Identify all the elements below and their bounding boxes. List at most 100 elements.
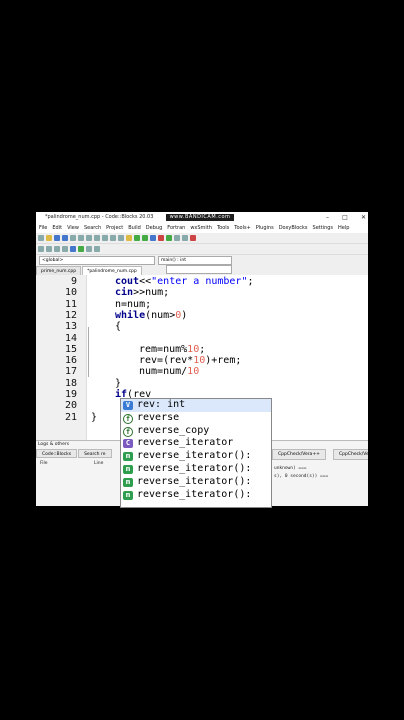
replace-icon[interactable]	[118, 235, 124, 241]
autocomplete-popup[interactable]: Vrev: int f reverse f reverse_copy Creverse_i…	[120, 398, 272, 508]
code-line[interactable]: num=num/10	[139, 366, 199, 377]
menu-fortran[interactable]: Fortran	[167, 223, 185, 233]
menu-doxyblocks[interactable]: DoxyBlocks	[279, 223, 308, 233]
menu-help[interactable]: Help	[338, 223, 349, 233]
menu-view[interactable]: View	[67, 223, 79, 233]
save-all-icon[interactable]	[62, 235, 68, 241]
copy-icon[interactable]	[94, 235, 100, 241]
tab-search-results[interactable]: Search re	[78, 449, 112, 458]
autocomplete-label: reverse	[137, 411, 180, 423]
build-icon[interactable]	[126, 235, 132, 241]
window-title: *palindrome_num.cpp - Code::Blocks 20.03	[45, 214, 154, 220]
class-icon: C	[123, 439, 133, 449]
code-line[interactable]: while(num>0)	[115, 310, 187, 321]
paste-icon[interactable]	[102, 235, 108, 241]
tab-palindrome-num[interactable]: *palindrome_num.cpp	[82, 266, 142, 275]
autocomplete-label: rev: int	[137, 399, 186, 410]
code-line[interactable]: rem=num%10;	[139, 344, 205, 355]
menu-plugins[interactable]: Plugins	[256, 223, 274, 233]
abort-icon[interactable]	[158, 235, 164, 241]
minimize-icon[interactable]: –	[326, 212, 329, 223]
build-run-icon[interactable]	[142, 235, 148, 241]
line-number: 20	[64, 400, 77, 412]
doc-line-icon[interactable]	[62, 246, 68, 252]
autocomplete-label: reverse_iterator():	[137, 475, 252, 487]
code-line[interactable]: {	[115, 321, 121, 332]
undo-icon[interactable]	[70, 235, 76, 241]
menu-build[interactable]: Build	[128, 223, 141, 233]
uncomment-icon[interactable]	[46, 246, 52, 252]
line-number: 9	[70, 276, 77, 287]
log-line: unknown) ===	[274, 466, 307, 471]
variable-icon: V	[123, 401, 133, 410]
autocomplete-item[interactable]: f reverse	[121, 412, 271, 425]
redo-icon[interactable]	[78, 235, 84, 241]
code-line[interactable]: n=num;	[115, 299, 151, 310]
tab-codeblocks-log[interactable]: Code::Blocks	[36, 449, 78, 458]
autocomplete-label: reverse_copy	[137, 424, 210, 436]
new-file-icon[interactable]	[38, 235, 44, 241]
menu-project[interactable]: Project	[106, 223, 123, 233]
close-icon[interactable]: ✕	[361, 212, 366, 223]
stop-debug-icon[interactable]	[190, 235, 196, 241]
autocomplete-item[interactable]: m reverse_iterator():	[121, 463, 271, 476]
save-icon[interactable]	[54, 235, 60, 241]
autocomplete-item[interactable]: m reverse_iterator():	[121, 450, 271, 463]
method-icon: m	[123, 477, 133, 487]
col-file: File	[40, 461, 48, 466]
line-number: 12	[64, 309, 77, 321]
line-number: 21	[64, 411, 77, 423]
scope-bar: <global> main() : int	[36, 255, 368, 265]
autocomplete-item[interactable]: Vrev: int	[121, 399, 271, 412]
tab-prime-num[interactable]: prime_num.cpp	[36, 266, 82, 275]
function-dropdown[interactable]: main() : int	[158, 256, 232, 265]
code-line[interactable]: cin>>num;	[115, 287, 169, 298]
run-icon[interactable]	[134, 235, 140, 241]
method-icon: m	[123, 490, 133, 500]
function-icon: f	[123, 413, 133, 424]
menu-search[interactable]: Search	[84, 223, 101, 233]
code-line[interactable]: rev=(rev*10)+rem;	[139, 355, 241, 366]
jump-back-icon[interactable]	[86, 246, 92, 252]
scope-dropdown[interactable]: <global>	[39, 256, 155, 265]
menu-edit[interactable]: Edit	[52, 223, 62, 233]
line-number: 10	[64, 287, 77, 299]
rebuild-icon[interactable]	[150, 235, 156, 241]
menu-debug[interactable]: Debug	[146, 223, 162, 233]
line-number: 19	[64, 389, 77, 400]
autocomplete-item[interactable]: Creverse_iterator	[121, 437, 271, 450]
menu-file[interactable]: File	[39, 223, 47, 233]
menu-bar: File Edit View Search Project Build Debu…	[36, 223, 368, 233]
cut-icon[interactable]	[86, 235, 92, 241]
step-icon[interactable]	[174, 235, 180, 241]
autocomplete-item[interactable]: m reverse_iterator():	[121, 489, 271, 502]
code-line[interactable]: cout<<"enter a number";	[115, 276, 254, 287]
line-number: 11	[64, 298, 77, 310]
window-controls: – □ ✕	[326, 212, 366, 223]
doc-block-icon[interactable]	[54, 246, 60, 252]
open-icon[interactable]	[46, 235, 52, 241]
step-into-icon[interactable]	[182, 235, 188, 241]
find-icon[interactable]	[110, 235, 116, 241]
tab-cppcheck-vera[interactable]: CppCheck/Vera++	[272, 449, 326, 460]
autocomplete-label: reverse_iterator():	[137, 488, 252, 500]
code-line[interactable]: }	[115, 378, 121, 389]
autocomplete-item[interactable]: m reverse_iterator():	[121, 476, 271, 489]
debug-icon[interactable]	[166, 235, 172, 241]
menu-tools[interactable]: Tools	[217, 223, 229, 233]
method-icon: m	[123, 452, 133, 462]
line-number: 15	[64, 343, 77, 355]
maximize-icon[interactable]: □	[342, 212, 348, 223]
menu-settings[interactable]: Settings	[313, 223, 334, 233]
menu-tools-plus[interactable]: Tools+	[234, 223, 251, 233]
comment-icon[interactable]	[38, 246, 44, 252]
menu-wxsmith[interactable]: wxSmith	[190, 223, 212, 233]
jump-forward-icon[interactable]	[94, 246, 100, 252]
line-number: 17	[64, 366, 77, 378]
doxy-icon[interactable]	[70, 246, 76, 252]
autocomplete-item[interactable]: f reverse_copy	[121, 425, 271, 438]
code-line[interactable]: }	[91, 412, 97, 423]
tab-cppcheck-vera-2[interactable]: CppCheck/Vera	[333, 449, 368, 460]
doxy-run-icon[interactable]	[78, 246, 84, 252]
line-number: 14	[64, 332, 77, 344]
